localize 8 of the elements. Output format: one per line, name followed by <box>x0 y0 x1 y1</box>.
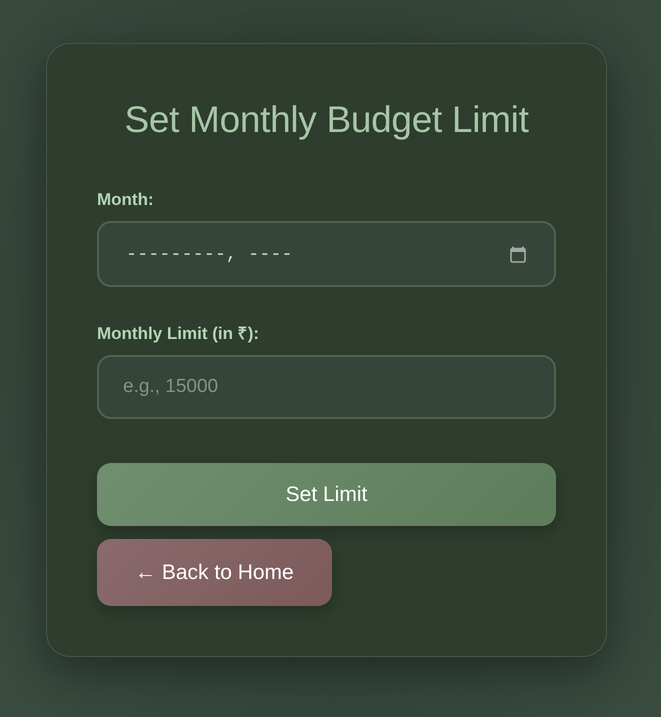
calendar-icon[interactable] <box>510 246 526 262</box>
set-limit-button[interactable]: Set Limit <box>97 463 556 526</box>
form-title: Set Monthly Budget Limit <box>123 98 530 142</box>
month-field[interactable]: ---------, ---- <box>97 221 556 287</box>
field-label: Monthly Limit (in ₹): <box>97 324 260 344</box>
limit-input[interactable]: e.g., 15000 <box>97 355 556 419</box>
field-label: Month: <box>97 190 154 210</box>
back-home-button[interactable]: ← Back to Home <box>97 539 332 606</box>
